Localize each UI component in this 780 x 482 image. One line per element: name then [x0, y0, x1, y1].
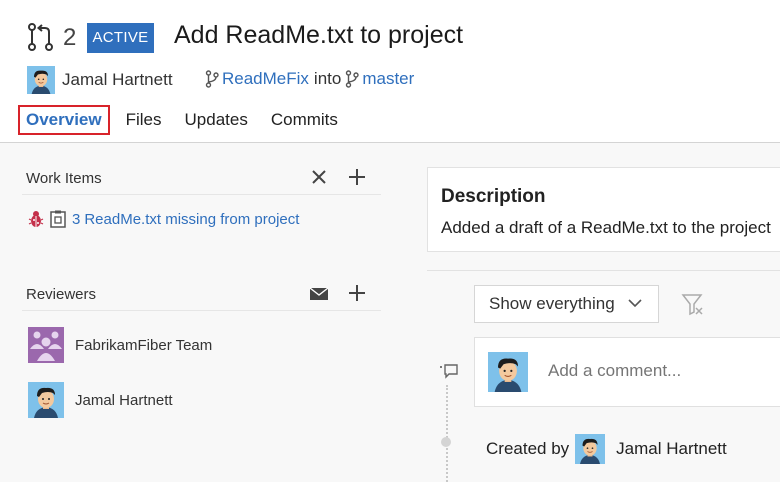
page-title: Add ReadMe.txt to project [174, 21, 464, 49]
pull-request-icon [28, 23, 53, 51]
timeline-dot [441, 437, 451, 447]
description-card: Description Added a draft of a ReadMe.tx… [427, 167, 780, 252]
created-by-entry: Created by Jamal Hartnett [486, 434, 727, 464]
work-items-header: Work Items [22, 164, 381, 195]
clipboard-icon [50, 210, 66, 228]
author-avatar[interactable] [27, 66, 55, 94]
reviewer-item[interactable]: FabrikamFiber Team [28, 327, 212, 363]
creator-name[interactable]: Jamal Hartnett [616, 439, 727, 459]
target-branch-link[interactable]: master [362, 69, 414, 89]
reviewers-header: Reviewers [22, 280, 381, 311]
author-name: Jamal Hartnett [62, 70, 173, 89]
add-reviewer-icon[interactable] [345, 281, 369, 305]
tab-updates[interactable]: Updates [185, 110, 248, 130]
reviewer-item[interactable]: Jamal Hartnett [28, 382, 173, 418]
divider [427, 270, 780, 271]
tab-commits[interactable]: Commits [271, 110, 338, 130]
reviewer-avatar [28, 382, 64, 418]
work-item-id[interactable]: 3 [72, 211, 80, 228]
branch-icon [205, 70, 219, 88]
chevron-down-icon [628, 299, 642, 308]
pr-header: 2 ACTIVE Add ReadMe.txt to project Jamal… [0, 0, 780, 143]
created-by-label: Created by [486, 439, 570, 458]
comment-input[interactable] [548, 361, 748, 381]
work-items-title: Work Items [26, 170, 102, 187]
reviewer-name: FabrikamFiber Team [75, 336, 213, 354]
source-branch-link[interactable]: ReadMeFix [222, 69, 309, 89]
branch-info: ReadMeFix into master [205, 69, 414, 89]
close-icon[interactable] [307, 165, 331, 189]
work-item-row[interactable]: 3 ReadMe.txt missing from project [28, 210, 299, 228]
reviewers-title: Reviewers [26, 286, 97, 303]
pr-id: 2 [63, 24, 77, 51]
work-item-link[interactable]: ReadMe.txt missing from project [84, 211, 299, 228]
comment-box[interactable] [474, 337, 780, 407]
tab-files[interactable]: Files [126, 110, 162, 130]
branch-icon [346, 70, 360, 88]
bug-icon [28, 211, 44, 227]
clear-filter-icon[interactable] [672, 286, 712, 322]
add-comment-icon[interactable] [437, 360, 459, 380]
reviewer-name: Jamal Hartnett [75, 391, 173, 409]
activity-filter-dropdown[interactable]: Show everything [474, 285, 659, 323]
team-avatar [28, 327, 64, 363]
tab-bar: Overview Files Updates Commits [18, 104, 361, 136]
filter-value: Show everything [489, 294, 615, 313]
commenter-avatar [488, 352, 528, 392]
into-text: into [313, 69, 342, 88]
mail-icon[interactable] [307, 281, 331, 305]
timeline-line [446, 385, 448, 482]
status-badge: ACTIVE [87, 23, 154, 53]
description-title: Description [441, 186, 546, 207]
creator-avatar[interactable] [575, 434, 606, 464]
description-text: Added a draft of a ReadMe.txt to the pro… [441, 218, 771, 237]
tab-overview[interactable]: Overview [18, 105, 110, 135]
add-work-item-icon[interactable] [345, 165, 369, 189]
